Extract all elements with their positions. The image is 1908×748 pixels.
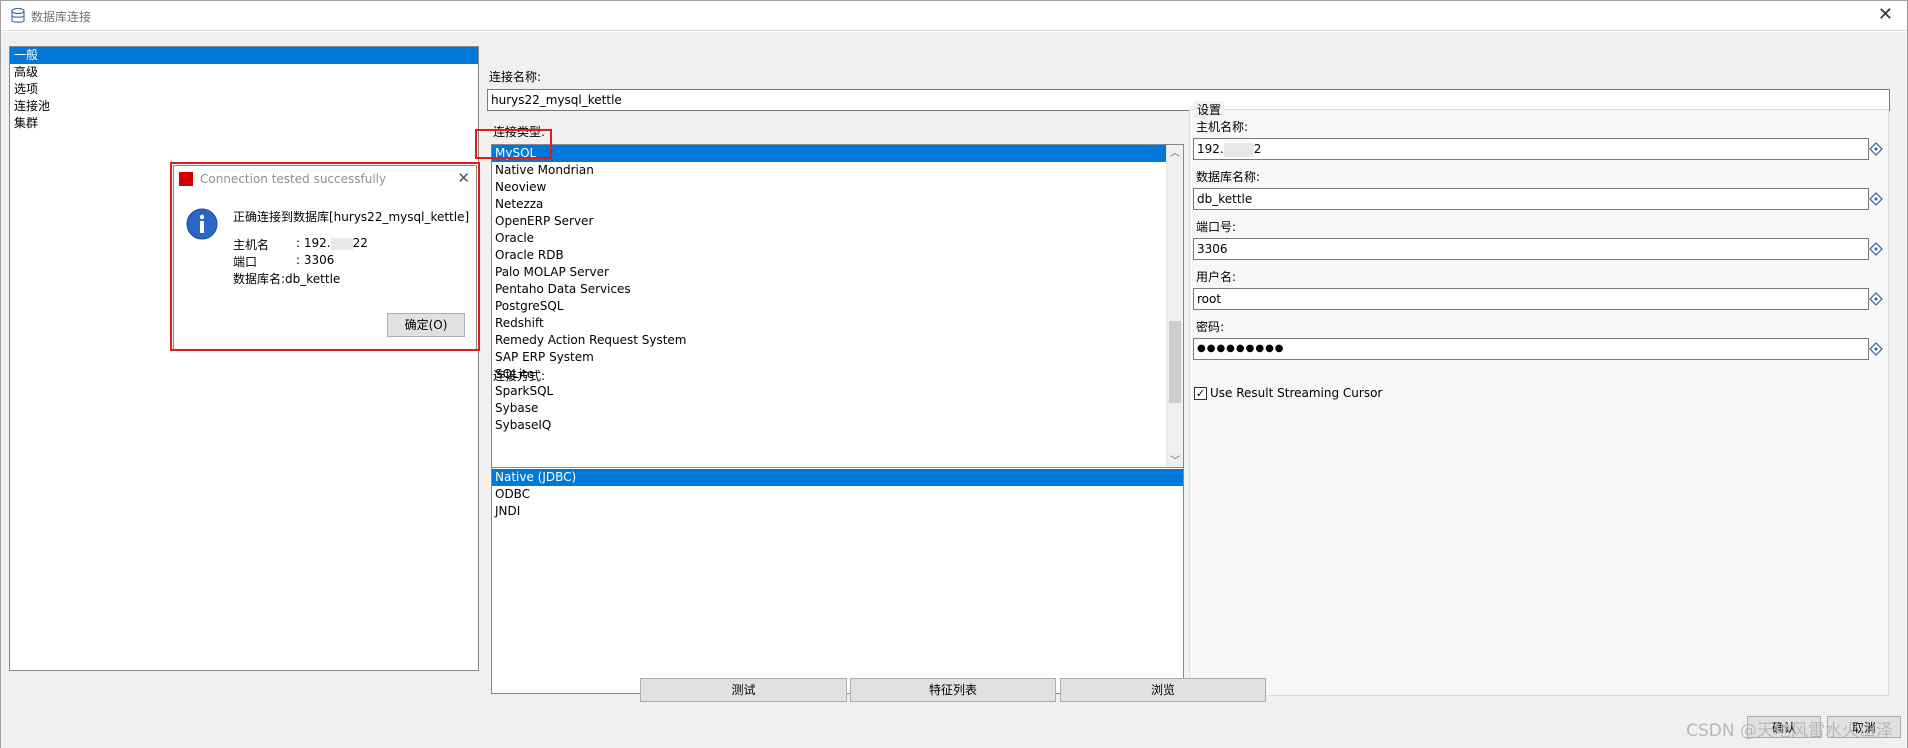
variable-diamond-icon[interactable] [1869, 342, 1883, 356]
connection-type-item[interactable]: Palo MOLAP Server [492, 264, 1166, 281]
connection-type-label: 连接类型: [493, 125, 546, 139]
connection-type-item[interactable]: SybaseIQ [492, 417, 1166, 434]
dialog-host-key: 主机名 [233, 238, 270, 252]
window-content: 一般 高级 选项 连接池 集群 连接名称: hurys22_mysql_kett… [1, 32, 1907, 748]
dialog-message: 正确连接到数据库[hurys22_mysql_kettle] [233, 210, 470, 224]
connection-type-item[interactable]: Native Mondrian [492, 162, 1166, 179]
dialog-port-key: 端口 [233, 255, 258, 269]
dialog-body: 正确连接到数据库[hurys22_mysql_kettle] 主机名 : 192… [174, 192, 476, 350]
connection-type-item[interactable]: SQLite [492, 366, 1166, 383]
access-method-label: 连接方式: [493, 369, 546, 383]
dialog-port-value: : 3306 [296, 253, 335, 267]
dialog-ok-button[interactable]: 确定(O) [387, 313, 465, 337]
database-connection-window: 数据库连接 ✕ 一般 高级 选项 连接池 集群 连接名称: hurys22_my… [0, 0, 1908, 748]
connection-type-item[interactable]: PostgreSQL [492, 298, 1166, 315]
password-label: 密码: [1196, 320, 1225, 334]
nav-item-options[interactable]: 选项 [10, 81, 478, 98]
connection-type-item[interactable]: SAP ERP System [492, 349, 1166, 366]
app-icon [179, 172, 193, 186]
connection-type-item[interactable]: OpenERP Server [492, 213, 1166, 230]
dialog-title-bar: Connection tested successfully ✕ [174, 166, 476, 192]
connection-type-item[interactable]: SparkSQL [492, 383, 1166, 400]
dialog-db-line: 数据库名:db_kettle [233, 272, 341, 286]
connection-type-item[interactable]: Redshift [492, 315, 1166, 332]
title-bar: 数据库连接 ✕ [1, 1, 1907, 31]
access-method-item[interactable]: JNDI [492, 503, 1183, 520]
window-close-icon[interactable]: ✕ [1878, 5, 1893, 25]
streaming-cursor-label: Use Result Streaming Cursor [1210, 386, 1383, 400]
scroll-thumb[interactable] [1169, 321, 1181, 403]
window-title: 数据库连接 [31, 10, 92, 24]
connection-type-item[interactable]: Oracle RDB [492, 247, 1166, 264]
nav-item-advanced[interactable]: 高级 [10, 64, 478, 81]
settings-group-title: 设置 [1194, 101, 1225, 118]
nav-item-pooling[interactable]: 连接池 [10, 98, 478, 115]
connection-type-item[interactable]: Oracle [492, 230, 1166, 247]
connection-success-dialog: Connection tested successfully ✕ 正确连接到数据… [173, 165, 477, 351]
dialog-close-icon[interactable]: ✕ [457, 169, 470, 187]
redacted-block [1223, 142, 1254, 157]
host-input[interactable]: 192. 2 [1193, 138, 1869, 160]
variable-diamond-icon[interactable] [1869, 292, 1883, 306]
connection-type-list[interactable]: MySQL Native Mondrian Neoview Netezza OpenER… [491, 144, 1184, 471]
connection-type-rows: MySQL Native Mondrian Neoview Netezza OpenER… [492, 145, 1183, 434]
variable-diamond-icon[interactable] [1869, 242, 1883, 256]
dialog-host-suffix: 22 [352, 236, 368, 250]
feature-list-button[interactable]: 特征列表 [850, 678, 1056, 702]
database-name-label: 数据库名称: [1196, 170, 1261, 184]
access-method-item[interactable]: Native (JDBC) [492, 469, 1183, 486]
nav-item-clustering[interactable]: 集群 [10, 115, 478, 132]
port-label: 端口号: [1196, 220, 1237, 234]
username-label: 用户名: [1196, 270, 1237, 284]
variable-diamond-icon[interactable] [1869, 192, 1883, 206]
explore-button[interactable]: 浏览 [1060, 678, 1266, 702]
connection-type-item[interactable]: Neoview [492, 179, 1166, 196]
connection-type-item[interactable]: Sybase [492, 400, 1166, 417]
scroll-up-icon[interactable]: ︿ [1167, 145, 1183, 162]
password-input[interactable]: ●●●●●●●●● [1193, 338, 1869, 360]
database-icon [11, 8, 25, 23]
dialog-host-prefix: : 192. [296, 236, 331, 250]
dialog-host-value: : 192. 22 [296, 236, 368, 250]
host-value-prefix: 192. [1197, 142, 1224, 156]
dialog-title: Connection tested successfully [200, 172, 387, 186]
nav-item-general[interactable]: 一般 [10, 47, 478, 64]
access-method-item[interactable]: ODBC [492, 486, 1183, 503]
connection-type-item[interactable]: MySQL [492, 145, 1166, 162]
redacted-block [330, 237, 353, 250]
host-label: 主机名称: [1196, 120, 1249, 134]
connection-type-item[interactable]: Pentaho Data Services [492, 281, 1166, 298]
connection-name-label: 连接名称: [489, 70, 542, 84]
watermark: CSDN @天地风雷水火山泽 [1686, 721, 1893, 741]
connection-type-scrollbar[interactable]: ︿ ﹀ [1166, 145, 1183, 470]
info-icon [186, 208, 218, 240]
connection-type-item[interactable]: Remedy Action Request System [492, 332, 1166, 349]
connection-type-item[interactable]: Netezza [492, 196, 1166, 213]
host-value-suffix: 2 [1253, 142, 1262, 156]
access-method-list[interactable]: Native (JDBC) ODBC JNDI [491, 467, 1184, 694]
database-name-input[interactable]: db_kettle [1193, 188, 1869, 210]
connection-name-input[interactable]: hurys22_mysql_kettle [487, 89, 1890, 111]
variable-diamond-icon[interactable] [1869, 142, 1883, 156]
access-method-rows: Native (JDBC) ODBC JNDI [492, 469, 1183, 520]
port-input[interactable]: 3306 [1193, 238, 1869, 260]
username-input[interactable]: root [1193, 288, 1869, 310]
nav-list: 一般 高级 选项 连接池 集群 [9, 46, 479, 671]
test-button[interactable]: 测试 [640, 678, 847, 702]
streaming-cursor-checkbox[interactable]: ✓ [1194, 387, 1207, 400]
